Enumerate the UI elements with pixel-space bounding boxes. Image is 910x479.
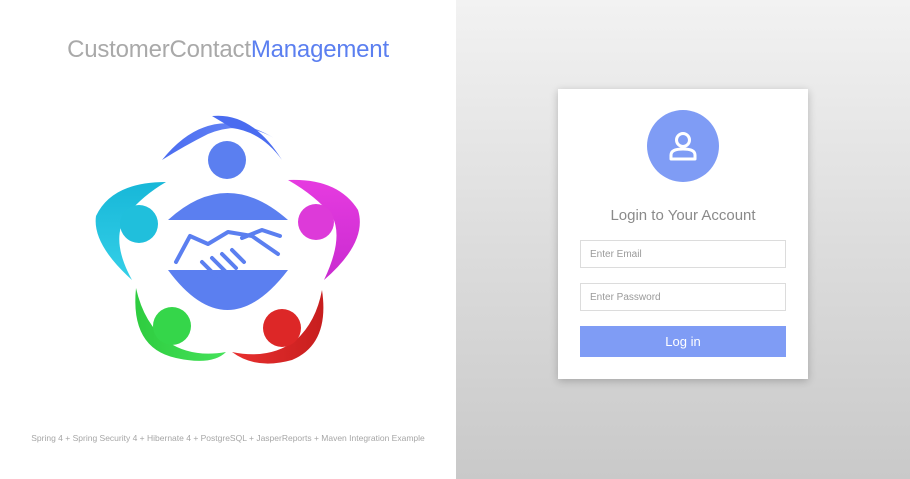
- user-icon: [669, 132, 697, 161]
- handshake-people-logo: [95, 115, 360, 364]
- login-button[interactable]: Log in: [580, 326, 786, 357]
- footer-text: Spring 4 + Spring Security 4 + Hibernate…: [31, 433, 425, 443]
- left-pane: CustomerContactManagement Spring 4 + Spr…: [0, 0, 456, 479]
- password-input[interactable]: [580, 283, 786, 311]
- login-title: Login to Your Account: [610, 207, 756, 224]
- app-title-part2: Management: [250, 36, 389, 63]
- login-card: Login to Your Account Log in: [558, 89, 808, 379]
- email-input[interactable]: [580, 240, 786, 268]
- right-pane: Login to Your Account Log in: [456, 0, 910, 479]
- app-title: CustomerContactManagement: [0, 36, 456, 64]
- user-avatar: [647, 110, 719, 182]
- app-title-part1: CustomerContact: [67, 36, 251, 63]
